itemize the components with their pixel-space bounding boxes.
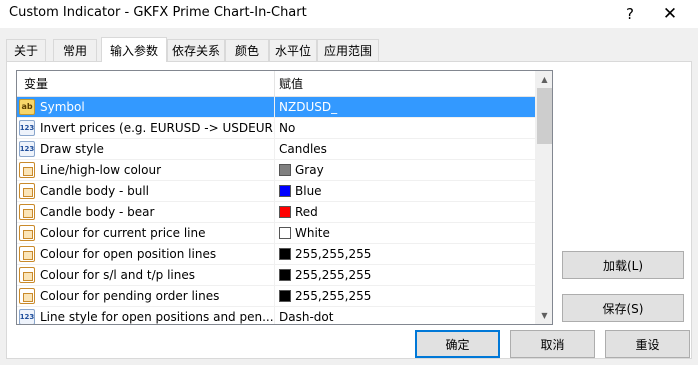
cancel-button[interactable]: 取消 [510, 330, 595, 358]
param-value-input[interactable]: Dash-dot [275, 307, 535, 324]
param-value: Red [295, 205, 318, 219]
reset-button[interactable]: 重设 [605, 330, 690, 358]
numeric-param-icon: 123 [19, 120, 35, 136]
param-name: Symbol [40, 100, 85, 114]
param-value-input[interactable]: Blue [275, 181, 535, 201]
param-name: Invert prices (e.g. EURUSD -> USDEUR) [40, 121, 275, 135]
param-value: No [279, 121, 296, 135]
title-bar: Custom Indicator - GKFX Prime Chart-In-C… [0, 0, 698, 28]
color-swatch [279, 206, 291, 218]
color-param-icon [19, 225, 35, 241]
scroll-down-arrow-icon[interactable]: ▼ [536, 307, 552, 324]
color-swatch [279, 164, 291, 176]
param-value: White [295, 226, 330, 240]
param-value-input[interactable]: 255,255,255 [275, 244, 535, 264]
scroll-up-arrow-icon[interactable]: ▲ [536, 71, 552, 88]
param-name: Colour for pending order lines [40, 289, 220, 303]
table-row[interactable]: Colour for pending order lines 255,255,2… [17, 286, 535, 307]
dialog-window: Custom Indicator - GKFX Prime Chart-In-C… [0, 0, 698, 365]
param-name: Colour for open position lines [40, 247, 217, 261]
load-button[interactable]: 加载(L) [562, 251, 684, 279]
tab-dependencies[interactable]: 依存关系 [167, 39, 225, 61]
string-param-icon: ab [19, 99, 35, 115]
color-param-icon [19, 183, 35, 199]
param-name: Candle body - bear [40, 205, 155, 219]
color-param-icon [19, 246, 35, 262]
param-name: Candle body - bull [40, 184, 150, 198]
table-row[interactable]: 123 Invert prices (e.g. EURUSD -> USDEUR… [17, 118, 535, 139]
param-value-input[interactable]: 255,255,255 [275, 286, 535, 306]
tab-about[interactable]: 关于 [6, 39, 46, 61]
column-header-value[interactable]: 赋值 [275, 71, 535, 97]
param-value: 255,255,255 [295, 247, 372, 261]
param-name: Colour for current price line [40, 226, 206, 240]
numeric-param-icon: 123 [19, 309, 35, 324]
grid-rows: ab Symbol NZDUSD_ 123 Invert prices (e.g… [17, 97, 535, 324]
param-value-input[interactable]: Gray [275, 160, 535, 180]
close-button[interactable]: ✕ [650, 2, 690, 26]
color-param-icon [19, 204, 35, 220]
table-row[interactable]: 123 Line style for open positions and pe… [17, 307, 535, 324]
param-value: Candles [279, 142, 327, 156]
tab-inputs[interactable]: 输入参数 [101, 37, 167, 62]
table-row[interactable]: Colour for current price line White [17, 223, 535, 244]
param-value: NZDUSD_ [279, 100, 338, 114]
grid-header: 变量 赋值 [17, 71, 535, 97]
tab-strip: 关于 常用 输入参数 依存关系 颜色 水平位 应用范围 [6, 37, 692, 62]
tab-common[interactable]: 常用 [53, 39, 97, 61]
param-value-input[interactable]: Red [275, 202, 535, 222]
param-name: Draw style [40, 142, 104, 156]
param-value-input[interactable]: No [275, 118, 535, 138]
param-name: Colour for s/l and t/p lines [40, 268, 195, 282]
param-value-input[interactable]: White [275, 223, 535, 243]
help-button[interactable]: ? [610, 2, 650, 26]
save-button[interactable]: 保存(S) [562, 294, 684, 322]
param-value: Gray [295, 163, 324, 177]
color-swatch [279, 269, 291, 281]
color-param-icon [19, 267, 35, 283]
table-row[interactable]: 123 Draw style Candles [17, 139, 535, 160]
table-row[interactable]: Line/high-low colour Gray [17, 160, 535, 181]
tab-levels[interactable]: 水平位 [269, 39, 317, 61]
table-row[interactable]: Colour for s/l and t/p lines 255,255,255 [17, 265, 535, 286]
parameters-grid[interactable]: 变量 赋值 ab Symbol NZDUSD_ 123 Invert price… [16, 70, 553, 325]
param-value: Blue [295, 184, 322, 198]
param-value: 255,255,255 [295, 289, 372, 303]
vertical-scrollbar[interactable]: ▲ ▼ [535, 71, 552, 324]
color-swatch [279, 185, 291, 197]
table-row[interactable]: Candle body - bear Red [17, 202, 535, 223]
param-value: Dash-dot [279, 310, 334, 324]
ok-button[interactable]: 确定 [415, 330, 500, 358]
color-param-icon [19, 288, 35, 304]
color-swatch [279, 227, 291, 239]
color-swatch [279, 248, 291, 260]
table-row[interactable]: Colour for open position lines 255,255,2… [17, 244, 535, 265]
param-value-input[interactable]: Candles [275, 139, 535, 159]
column-header-variable[interactable]: 变量 [17, 71, 275, 97]
window-title: Custom Indicator - GKFX Prime Chart-In-C… [9, 5, 307, 20]
table-row[interactable]: Candle body - bull Blue [17, 181, 535, 202]
scrollbar-thumb[interactable] [537, 88, 552, 144]
tab-visualization[interactable]: 应用范围 [317, 39, 379, 61]
param-name: Line/high-low colour [40, 163, 162, 177]
param-value-input[interactable]: NZDUSD_ [275, 97, 535, 117]
tab-colors[interactable]: 颜色 [225, 39, 269, 61]
param-name: Line style for open positions and pen... [40, 310, 274, 324]
param-value: 255,255,255 [295, 268, 372, 282]
table-row[interactable]: ab Symbol NZDUSD_ [17, 97, 535, 118]
color-param-icon [19, 162, 35, 178]
numeric-param-icon: 123 [19, 141, 35, 157]
param-value-input[interactable]: 255,255,255 [275, 265, 535, 285]
color-swatch [279, 290, 291, 302]
